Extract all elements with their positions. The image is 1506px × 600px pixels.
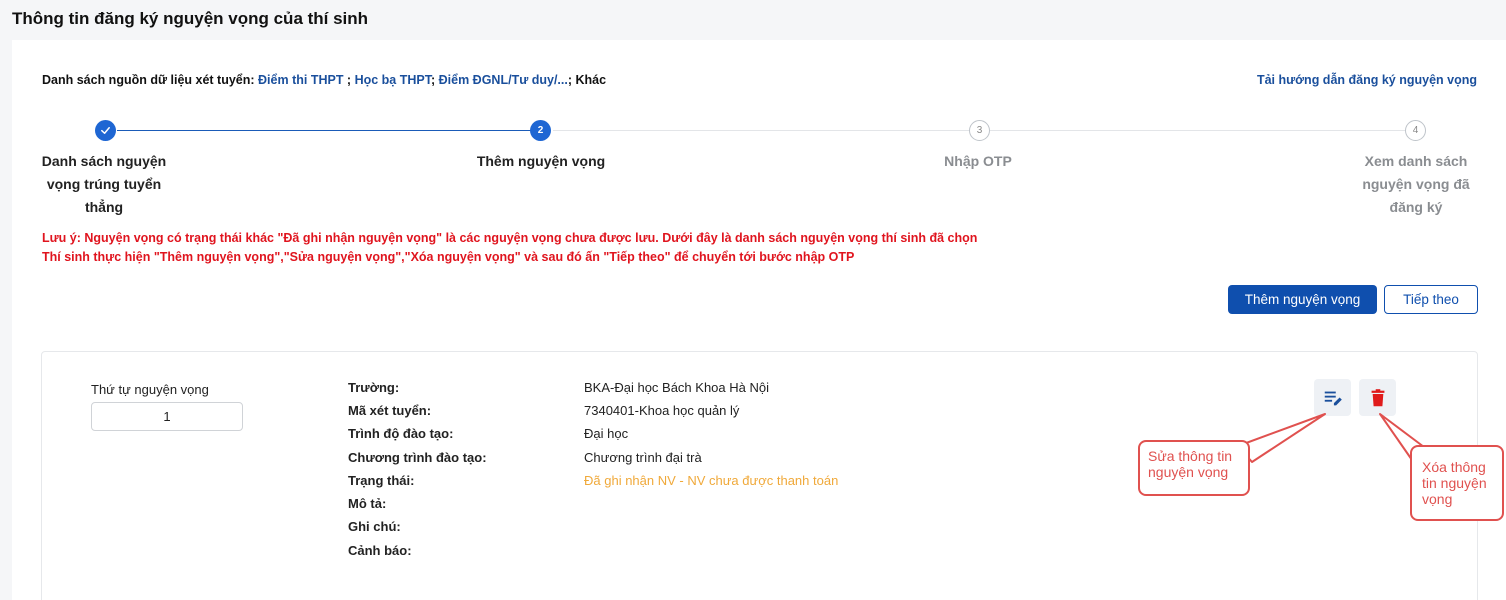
step-4-label-line: đăng ký <box>1389 199 1443 215</box>
delete-aspiration-button[interactable] <box>1359 379 1396 416</box>
field-value-school: BKA-Đại học Bách Khoa Hà Nội <box>584 380 769 395</box>
step-1-label: Danh sách nguyện vọng trúng tuyển thẳng <box>34 150 174 219</box>
delete-callout: Xóa thông tin nguyện vọng <box>1410 445 1504 521</box>
order-label: Thứ tự nguyện vọng <box>91 382 209 397</box>
aspiration-item: Thứ tự nguyện vọng Trường: BKA-Đại học B… <box>41 351 1478 600</box>
field-label-admission-code: Mã xét tuyển: <box>348 403 432 418</box>
step-2-indicator: 2 <box>530 120 551 141</box>
field-label-status: Trạng thái: <box>348 473 415 488</box>
data-sources-line: Danh sách nguồn dữ liệu xét tuyển: Điểm … <box>42 73 606 87</box>
edit-list-icon <box>1324 391 1342 405</box>
source-separator: ; <box>567 73 573 87</box>
field-value-level: Đại học <box>584 426 629 441</box>
trash-icon <box>1371 388 1384 406</box>
delete-callout-line: vọng <box>1422 491 1453 507</box>
field-label-level: Trình độ đào tạo: <box>348 426 454 441</box>
source-other: Khác <box>575 73 607 87</box>
edit-callout: Sửa thông tin nguyện vọng <box>1138 440 1250 496</box>
edit-aspiration-button[interactable] <box>1314 379 1351 416</box>
warning-note-line-2: Thí sinh thực hiện "Thêm nguyện vọng","S… <box>42 250 855 264</box>
page-title: Thông tin đăng ký nguyện vọng của thí si… <box>12 9 369 28</box>
step-4-label-line: nguyện vọng đã <box>1362 176 1470 192</box>
add-aspiration-button[interactable]: Thêm nguyện vọng <box>1228 285 1377 314</box>
step-4-label-line: Xem danh sách <box>1364 153 1468 169</box>
step-connector-complete <box>117 130 539 131</box>
delete-callout-line: tin nguyện <box>1422 475 1487 491</box>
step-1-label-line: Danh sách nguyện <box>41 153 167 169</box>
source-link-thpt[interactable]: Điểm thi THPT <box>258 73 343 87</box>
download-guide-link[interactable]: Tải hướng dẫn đăng ký nguyện vọng <box>1257 73 1477 87</box>
data-sources-prefix: Danh sách nguồn dữ liệu xét tuyển: <box>42 73 255 87</box>
field-label-warning: Cảnh báo: <box>348 543 412 558</box>
delete-callout-line: Xóa thông <box>1422 459 1486 475</box>
field-label-note: Ghi chú: <box>348 519 401 534</box>
warning-note-line-1: Lưu ý: Nguyện vọng có trạng thái khác "Đ… <box>42 231 978 245</box>
next-button[interactable]: Tiếp theo <box>1384 285 1478 314</box>
source-link-dgnl[interactable]: Điểm ĐGNL/Tư duy/... <box>439 73 568 87</box>
field-value-status: Đã ghi nhận NV - NV chưa được thanh toán <box>584 473 839 488</box>
step-3-label-line: Nhập OTP <box>944 153 1012 169</box>
step-1-check-icon <box>95 120 116 141</box>
field-label-school: Trường: <box>348 380 400 395</box>
field-value-admission-code: 7340401-Khoa học quản lý <box>584 403 740 418</box>
order-input[interactable] <box>91 402 243 431</box>
field-label-program: Chương trình đào tạo: <box>348 450 487 465</box>
source-separator: ; <box>430 73 436 87</box>
step-2-label: Thêm nguyện vọng <box>461 150 621 173</box>
source-link-hocba[interactable]: Học bạ THPT <box>355 73 431 87</box>
source-separator: ; <box>343 73 352 87</box>
step-3-label: Nhập OTP <box>913 150 1043 173</box>
step-3-indicator: 3 <box>969 120 990 141</box>
step-2-label-line: Thêm nguyện vọng <box>476 153 606 169</box>
step-1-label-line: vọng trúng tuyển <box>46 176 162 192</box>
field-label-description: Mô tả: <box>348 496 387 511</box>
step-4-indicator: 4 <box>1405 120 1426 141</box>
registration-card: Danh sách nguồn dữ liệu xét tuyển: Điểm … <box>12 40 1506 600</box>
step-4-label: Xem danh sách nguyện vọng đã đăng ký <box>1351 150 1481 219</box>
step-1-label-line: thẳng <box>84 199 124 215</box>
edit-callout-line: nguyện vọng <box>1148 464 1229 480</box>
edit-callout-line: Sửa thông tin <box>1148 448 1233 464</box>
field-value-program: Chương trình đại trà <box>584 450 702 465</box>
